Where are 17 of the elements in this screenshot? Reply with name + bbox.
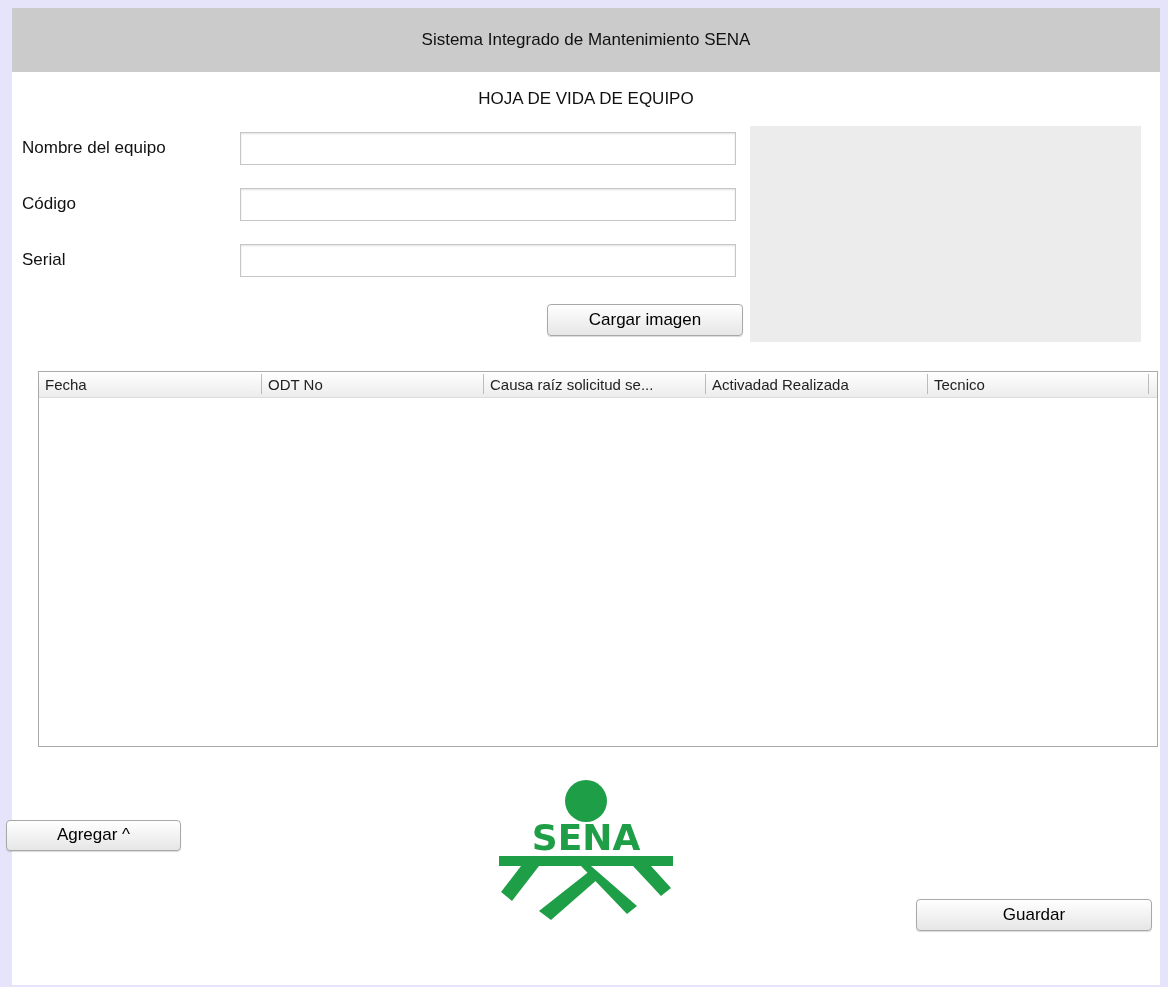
column-header[interactable]: Causa raíz solicitud se... <box>483 374 705 394</box>
field-label: Serial <box>21 249 67 272</box>
column-header[interactable]: Fecha <box>39 374 261 394</box>
window-title: Sistema Integrado de Mantenimiento SENA <box>421 29 751 52</box>
column-header[interactable]: Activadad Realizada <box>705 374 927 394</box>
column-header[interactable]: Tecnico <box>927 374 1149 394</box>
field-label: Nombre del equipo <box>21 137 167 160</box>
save-button[interactable]: Guardar <box>916 898 1152 931</box>
add-button[interactable]: Agregar ^ <box>6 819 181 851</box>
input-field[interactable] <box>240 243 736 277</box>
load-image-button[interactable]: Cargar imagen <box>547 303 743 336</box>
field-label: Código <box>21 193 77 216</box>
input-field[interactable] <box>240 131 736 165</box>
logo: SENA <box>499 777 673 920</box>
column-header[interactable]: ODT No <box>261 374 483 394</box>
input-field[interactable] <box>240 187 736 221</box>
form-heading: HOJA DE VIDA DE EQUIPO <box>478 88 694 110</box>
